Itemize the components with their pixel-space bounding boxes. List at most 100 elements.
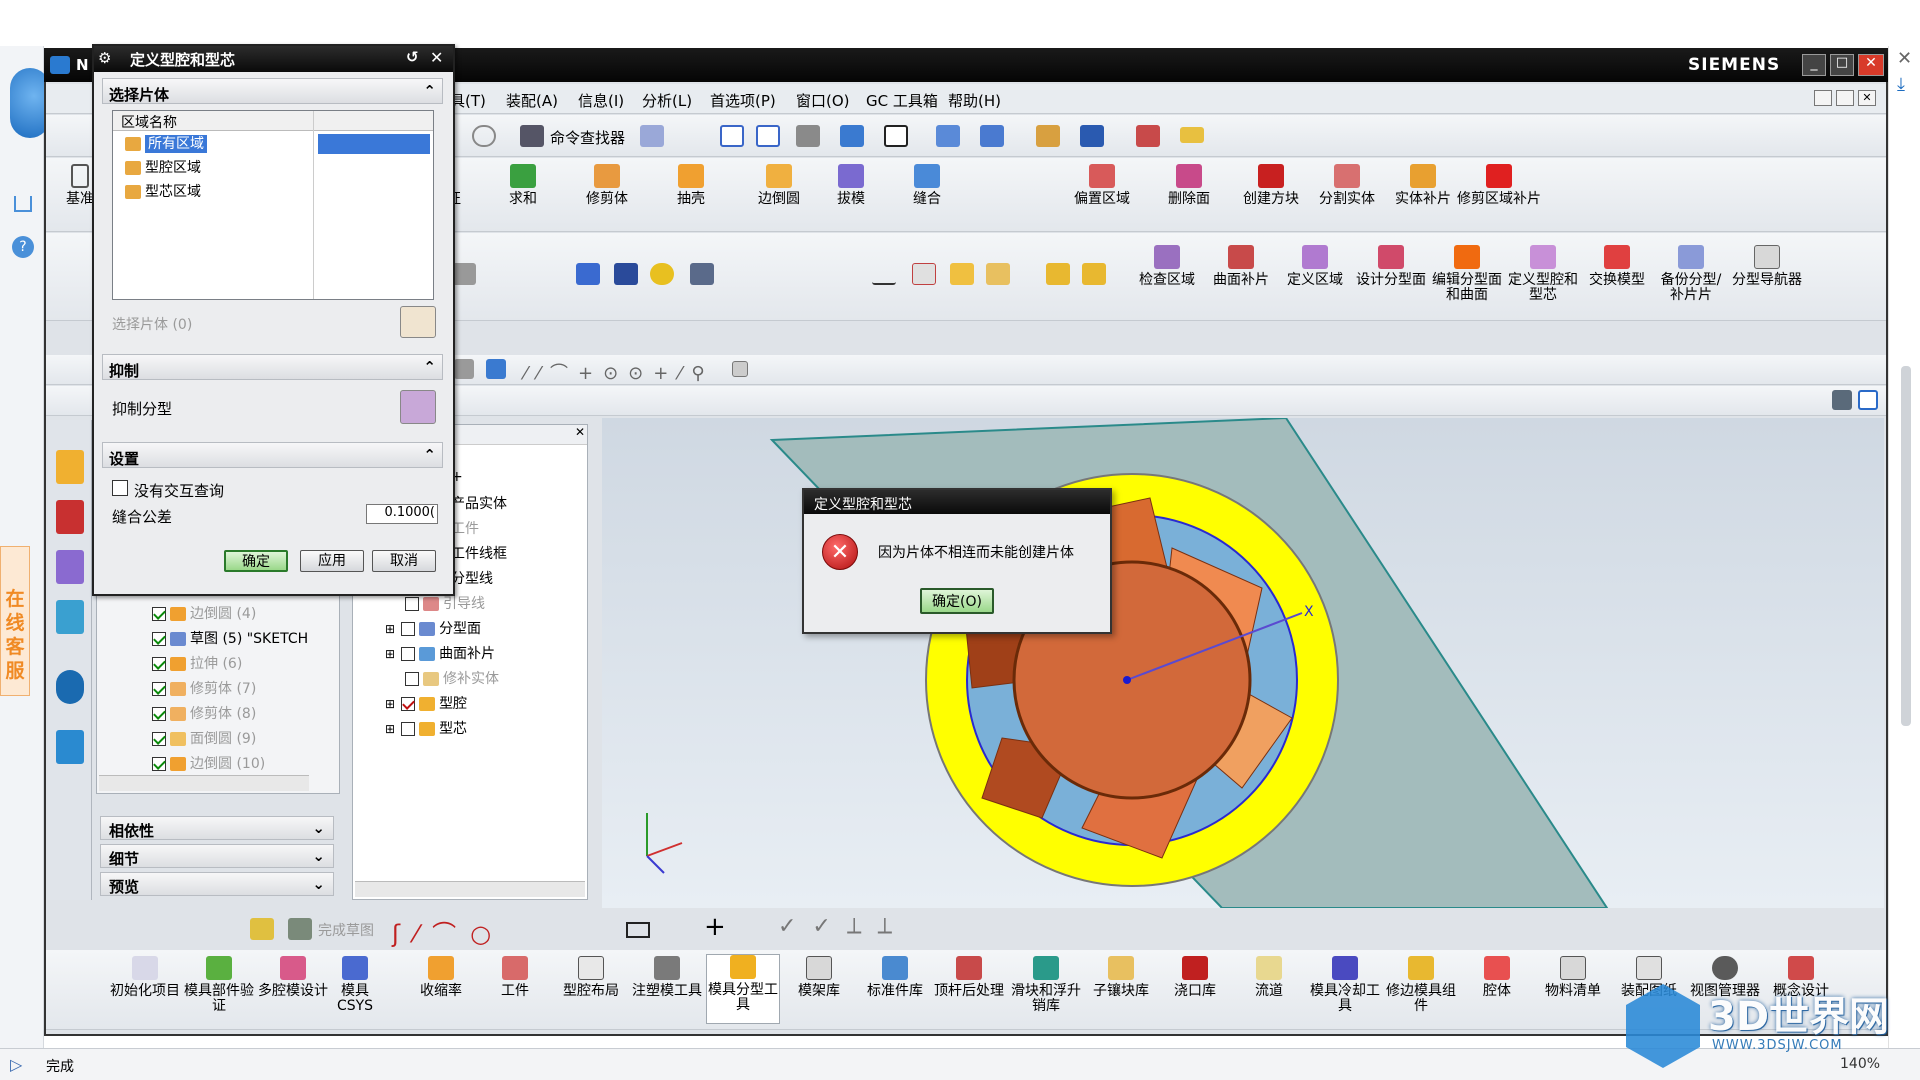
solid-patch-tool[interactable]: 实体补片 (1386, 164, 1460, 207)
tool-icon[interactable] (690, 263, 714, 285)
row-checkbox[interactable] (401, 722, 416, 736)
tree-row[interactable]: 草图 (5) "SKETCH (152, 628, 308, 650)
nav-row[interactable]: ⊞ 型腔 (385, 693, 467, 715)
suppress-section-header[interactable]: 抑制 ⌃ (102, 354, 443, 380)
design-parting-surface-tool[interactable]: 设计分型面 (1354, 245, 1428, 288)
runner-tool[interactable]: 流道 (1232, 956, 1306, 999)
trim-region-patch-tool[interactable]: 修剪区域补片 (1456, 164, 1542, 207)
help-icon[interactable]: ? (12, 236, 34, 258)
delete-face-tool[interactable]: 删除面 (1152, 164, 1226, 207)
menu-help[interactable]: 帮助(H) (948, 90, 1001, 111)
region-cavity[interactable]: 型腔区域 (125, 157, 201, 177)
region-all[interactable]: 所有区域 (125, 133, 431, 155)
grid-add-icon[interactable] (950, 263, 974, 285)
find-command-button[interactable]: 命令查找器 (550, 127, 625, 148)
close-icon[interactable]: ✕ (575, 425, 585, 439)
close-button[interactable]: ✕ (1858, 54, 1884, 76)
cube-icon[interactable] (840, 125, 864, 147)
part-navigator-icon[interactable] (56, 550, 84, 584)
row-checkbox[interactable] (152, 757, 166, 771)
details-panel[interactable]: 细节 ⌄ (100, 844, 334, 868)
history-icon[interactable] (56, 670, 84, 704)
nav-row[interactable]: 工件 (451, 518, 479, 540)
menu-analysis[interactable]: 分析(L) (642, 90, 692, 111)
home-icon[interactable] (14, 196, 32, 212)
sketch-icon[interactable] (250, 918, 274, 940)
expand-icon[interactable]: ⊞ (385, 697, 395, 711)
play-icon[interactable]: ▷ (10, 1055, 22, 1074)
mold-base-tool[interactable]: 模架库 (782, 956, 856, 999)
section-icon[interactable] (980, 125, 1004, 147)
fit-icon[interactable] (720, 125, 744, 147)
define-cavity-core-tool[interactable]: 定义型腔和型芯 (1506, 245, 1580, 303)
create-box-tool[interactable]: 创建方块 (1234, 164, 1308, 207)
snap-point-icons[interactable]: ⁄⁄⌒+⊙⊙+⁄⚲ (524, 359, 715, 385)
measure-icon[interactable] (1136, 125, 1160, 147)
reuse-library-icon[interactable] (56, 600, 84, 634)
folder-b-icon[interactable] (1082, 263, 1106, 285)
error-ok-button[interactable]: 确定(O) (920, 588, 994, 614)
tree-row[interactable]: 边倒圆 (4) (152, 603, 256, 625)
preview-panel[interactable]: 预览 ⌄ (100, 872, 334, 896)
expand-icon[interactable]: ⊞ (385, 647, 395, 661)
snap-icon[interactable] (1036, 125, 1060, 147)
minimize-button[interactable]: _ (1802, 54, 1826, 76)
orient-icon[interactable] (936, 125, 960, 147)
graphics-window[interactable]: X (602, 416, 1884, 909)
parting-navigator-tool[interactable]: 分型导航器 (1730, 245, 1804, 288)
apply-button[interactable]: 应用 (300, 550, 364, 572)
check-region-tool[interactable]: 检查区域 (1130, 245, 1204, 288)
init-project-tool[interactable]: 初始化项目 (108, 956, 182, 999)
row-checkbox[interactable] (152, 632, 166, 646)
ruler-icon[interactable] (1180, 127, 1204, 143)
swap-model-tool[interactable]: 交换模型 (1580, 245, 1654, 288)
slider-lifter-tool[interactable]: 滑块和浮升销库 (1006, 956, 1086, 1014)
menu-tools[interactable]: 具(T) (450, 90, 486, 111)
menu-window[interactable]: 窗口(O) (796, 90, 850, 111)
fit-window-icon[interactable] (1858, 390, 1878, 410)
render-icon[interactable] (796, 125, 820, 147)
draft-tool[interactable]: 拔模 (814, 164, 888, 207)
cavity-layout-tool[interactable]: 型腔布局 (554, 956, 628, 999)
doc-minimize-button[interactable] (1814, 90, 1832, 106)
offset-region-tool[interactable]: 偏置区域 (1062, 164, 1142, 207)
maximize-button[interactable]: □ (1830, 54, 1854, 76)
grid-icon[interactable] (732, 361, 748, 377)
workpiece-tool[interactable]: 工件 (478, 956, 552, 999)
row-checkbox[interactable] (405, 597, 419, 611)
move-icon[interactable] (1080, 125, 1104, 147)
tree-hscrollbar[interactable] (99, 775, 309, 791)
constraint-navigator-icon[interactable] (56, 500, 84, 534)
nav-hscrollbar[interactable] (355, 881, 585, 897)
edge-blend-tool[interactable]: 边倒圆 (742, 164, 816, 207)
backup-parting-tool[interactable]: 备份分型/补片片 (1654, 245, 1728, 303)
mold-csys-tool[interactable]: 模具CSYS (330, 956, 380, 1014)
nav-row[interactable]: ⊞ 型芯 (385, 718, 467, 740)
rectangle-icon[interactable] (626, 922, 650, 938)
settings-section-header[interactable]: 设置 ⌃ (102, 442, 443, 468)
doc-restore-button[interactable] (1836, 90, 1854, 106)
nav-row[interactable]: 修补实体 (405, 668, 499, 690)
shrinkage-tool[interactable]: 收缩率 (404, 956, 478, 999)
nav-row[interactable]: ⊞ 曲面补片 (385, 643, 495, 665)
expand-icon[interactable]: ⊞ (385, 622, 395, 636)
ejector-post-tool[interactable]: 顶杆后处理 (932, 956, 1006, 999)
view-icon[interactable] (640, 125, 664, 147)
scrollbar[interactable] (1901, 366, 1911, 726)
row-checkbox[interactable] (152, 657, 166, 671)
row-checkbox[interactable] (152, 682, 166, 696)
menu-assembly[interactable]: 装配(A) (506, 90, 558, 111)
bom-tool[interactable]: 物料清单 (1536, 956, 1610, 999)
insert-library-tool[interactable]: 子镶块库 (1084, 956, 1158, 999)
gate-library-tool[interactable]: 浇口库 (1158, 956, 1232, 999)
gear-icon[interactable]: ⚙ (98, 49, 111, 67)
finish-sketch-button[interactable]: 完成草图 (318, 920, 374, 940)
nav-row[interactable]: 产品实体 (451, 493, 507, 515)
unite-tool[interactable]: 求和 (486, 164, 560, 207)
menu-gc-toolbox[interactable]: GC 工具箱 (866, 90, 938, 111)
select-filter-icon[interactable] (454, 359, 474, 379)
row-checkbox[interactable] (401, 697, 416, 711)
row-checkbox[interactable] (401, 622, 416, 636)
no-interaction-checkbox[interactable] (112, 480, 128, 496)
find-command-icon[interactable] (520, 125, 544, 147)
